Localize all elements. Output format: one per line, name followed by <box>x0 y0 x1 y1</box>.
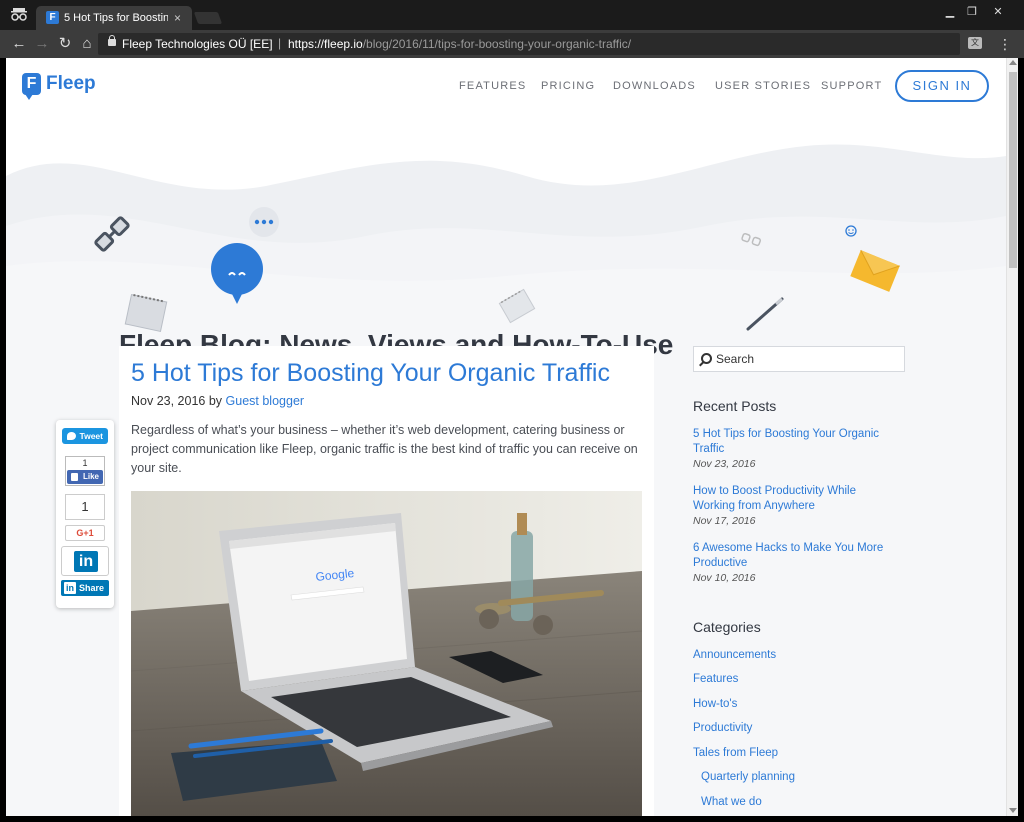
back-arrow-icon[interactable]: ← <box>10 35 28 53</box>
sidebar-search[interactable] <box>693 346 905 372</box>
scroll-down-arrow-icon[interactable] <box>1009 808 1017 813</box>
minimize-window-icon[interactable]: ▁ <box>938 4 962 20</box>
tweet-label: Tweet <box>79 431 103 441</box>
site-identity[interactable]: Fleep Technologies OÜ [EE] <box>122 37 273 51</box>
search-icon <box>701 353 712 364</box>
sign-in-button[interactable]: SIGN IN <box>895 70 989 102</box>
facebook-like-button[interactable]: Like <box>67 470 103 484</box>
site-header: Fleep FEATURES PRICING DOWNLOADS USER ST… <box>6 58 1006 116</box>
page-scrollbar[interactable] <box>1006 58 1018 816</box>
browser-tab[interactable]: F 5 Hot Tips for Boosting Your Organic T… <box>36 6 192 30</box>
laptop-desk-photo: Google <box>131 491 642 816</box>
recent-post-item: 5 Hot Tips for Boosting Your Organic Tra… <box>693 427 893 471</box>
category-link-announcements[interactable]: Announcements <box>693 648 776 663</box>
thumbs-up-icon <box>71 473 78 481</box>
subcategory-link-quarterly-planning[interactable]: Quarterly planning <box>701 770 795 785</box>
tab-title: 5 Hot Tips for Boosting Your Organic Tra… <box>64 12 168 24</box>
page: Fleep FEATURES PRICING DOWNLOADS USER ST… <box>6 58 1006 816</box>
recent-post-date: Nov 17, 2016 <box>693 515 756 527</box>
recent-posts-heading: Recent Posts <box>693 398 777 414</box>
close-tab-icon[interactable]: × <box>174 10 181 26</box>
linkedin-mini-icon: in <box>64 582 76 594</box>
nav-downloads[interactable]: DOWNLOADS <box>613 79 696 93</box>
recent-post-link[interactable]: 5 Hot Tips for Boosting Your Organic Tra… <box>693 427 893 457</box>
linkedin-count-box[interactable]: in <box>61 546 109 576</box>
url-text[interactable]: https://fleep.io/blog/2016/11/tips-for-b… <box>288 37 631 51</box>
twitter-bird-icon <box>67 432 76 440</box>
browser-menu-icon[interactable]: ⋮ <box>998 35 1012 53</box>
post-intro-text: Regardless of what’s your business – whe… <box>131 423 638 475</box>
address-bar[interactable]: Fleep Technologies OÜ [EE] | https://fle… <box>98 33 960 55</box>
linkedin-icon: in <box>74 551 98 572</box>
post-author-link[interactable]: Guest blogger <box>226 394 305 408</box>
hero-banner: Fleep Blog: News, Views and How-To-Use <box>6 116 1006 366</box>
nav-features[interactable]: FEATURES <box>459 79 526 93</box>
translate-icon[interactable]: 文 <box>968 37 982 49</box>
post-title[interactable]: 5 Hot Tips for Boosting Your Organic Tra… <box>131 358 610 388</box>
nav-user-stories[interactable]: USER STORIES <box>715 79 811 93</box>
facebook-like-label: Like <box>82 472 99 481</box>
recent-post-date: Nov 23, 2016 <box>693 458 756 470</box>
nav-support[interactable]: SUPPORT <box>821 79 882 93</box>
categories-heading: Categories <box>693 619 761 635</box>
nav-pricing[interactable]: PRICING <box>541 79 595 93</box>
recent-post-link[interactable]: How to Boost Productivity While Working … <box>693 484 893 514</box>
google-plus-count: 1 <box>65 494 105 520</box>
scroll-up-arrow-icon[interactable] <box>1009 60 1017 65</box>
post-hero-image: Google <box>131 491 642 816</box>
facebook-like-box[interactable]: 1 Like <box>65 456 105 486</box>
incognito-icon <box>8 6 30 24</box>
logo-text[interactable]: Fleep <box>46 73 96 95</box>
search-input[interactable] <box>716 351 896 367</box>
fleep-favicon-icon: F <box>46 11 59 24</box>
recent-post-item: How to Boost Productivity While Working … <box>693 484 893 528</box>
close-window-icon[interactable]: ✕ <box>986 4 1010 20</box>
url-path: /blog/2016/11/tips-for-boosting-your-org… <box>362 37 632 51</box>
category-link-tales-from-fleep[interactable]: Tales from Fleep <box>693 746 778 761</box>
restore-window-icon[interactable]: ❐ <box>960 4 984 20</box>
fleep-logo-icon[interactable] <box>22 73 41 100</box>
category-link-features[interactable]: Features <box>693 672 738 687</box>
post-meta: Nov 23, 2016 by Guest blogger <box>131 393 304 409</box>
recent-post-link[interactable]: 6 Awesome Hacks to Make You More Product… <box>693 541 893 571</box>
tweet-button[interactable]: Tweet <box>62 428 108 444</box>
post-date: Nov 23, 2016 <box>131 394 206 408</box>
post-by: by <box>208 394 223 408</box>
recent-post-date: Nov 10, 2016 <box>693 572 756 584</box>
subcategory-link-what-we-do[interactable]: What we do <box>701 795 762 810</box>
browser-toolbar: ← → ↻ ⌂ Fleep Technologies OÜ [EE] | htt… <box>0 30 1024 58</box>
recent-post-item: 6 Awesome Hacks to Make You More Product… <box>693 541 893 585</box>
scrollbar-thumb[interactable] <box>1009 72 1017 268</box>
reload-icon[interactable]: ↻ <box>56 35 74 53</box>
browser-tab-bar: F 5 Hot Tips for Boosting Your Organic T… <box>0 0 1024 30</box>
lock-icon <box>108 35 116 46</box>
google-plus-button[interactable]: G+1 <box>65 525 105 541</box>
new-tab-button[interactable] <box>193 12 223 24</box>
url-separator: | <box>278 36 282 50</box>
forward-arrow-icon[interactable]: → <box>33 35 51 53</box>
linkedin-share-button[interactable]: in Share <box>61 580 109 596</box>
url-host: https://fleep.io <box>288 37 363 51</box>
facebook-like-count: 1 <box>82 458 88 468</box>
page-viewport: Fleep FEATURES PRICING DOWNLOADS USER ST… <box>6 58 1018 816</box>
linkedin-share-label: Share <box>78 583 104 593</box>
home-icon[interactable]: ⌂ <box>78 35 96 53</box>
article-card: 5 Hot Tips for Boosting Your Organic Tra… <box>119 346 654 816</box>
category-link-how-tos[interactable]: How-to's <box>693 697 737 712</box>
category-link-productivity[interactable]: Productivity <box>693 721 752 736</box>
social-share-widget: Tweet 1 Like 1 G+1 in in Share <box>56 420 114 608</box>
